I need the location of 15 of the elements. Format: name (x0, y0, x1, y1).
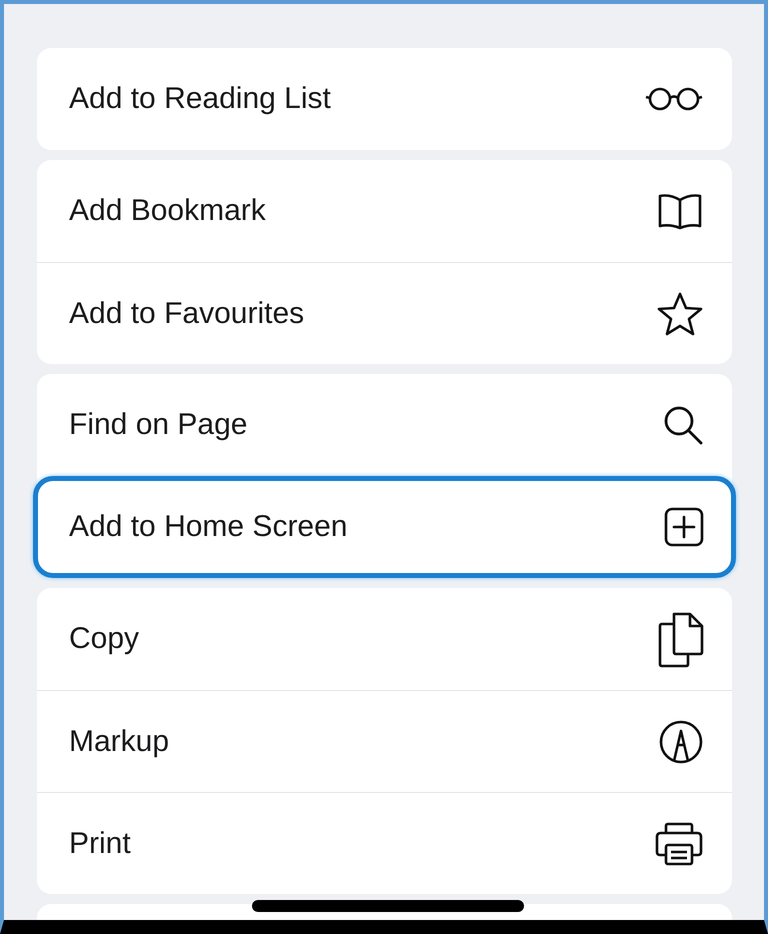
menu-item[interactable]: Add to Reading List (37, 48, 732, 150)
menu-item[interactable]: Add to Favourites (37, 262, 732, 364)
copy-icon (658, 610, 704, 668)
star-icon (656, 290, 704, 336)
book-icon (656, 192, 704, 230)
menu-item[interactable]: Copy (37, 588, 732, 690)
pen-circle-icon (658, 718, 704, 764)
search-icon (662, 404, 704, 446)
menu-item[interactable]: Print (37, 792, 732, 894)
printer-icon (654, 820, 704, 866)
add-square-icon (664, 507, 704, 547)
menu-item[interactable]: Markup (37, 690, 732, 792)
menu-item[interactable]: Add Bookmark (37, 160, 732, 262)
menu-item[interactable]: Add to Home Screen (33, 476, 736, 578)
menu-item[interactable]: Find on Page (37, 374, 732, 476)
